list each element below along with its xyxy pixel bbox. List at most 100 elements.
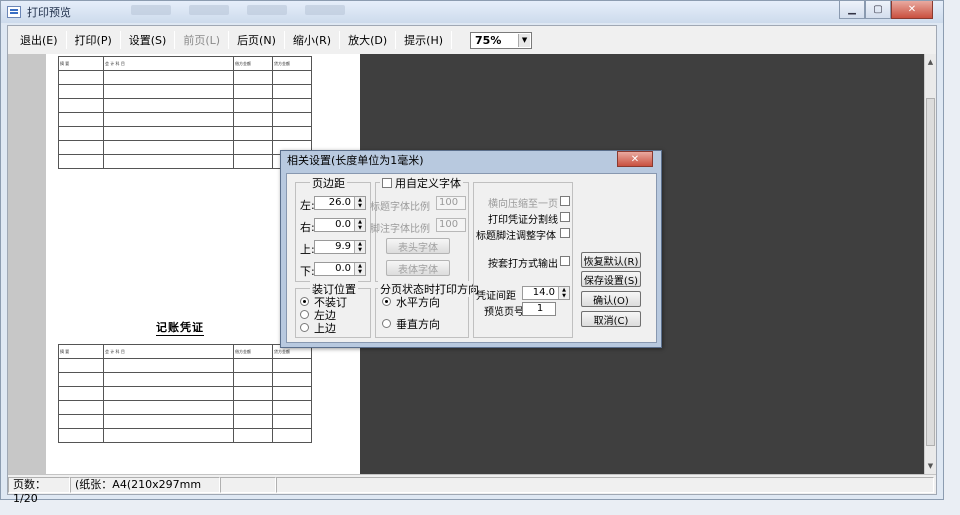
- spinner-arrows-icon[interactable]: ▲ ▼: [354, 241, 365, 253]
- adjust-font-checkbox[interactable]: [560, 228, 570, 238]
- direction-horizontal-label: 水平方向: [396, 296, 440, 309]
- preview-page-input[interactable]: 1: [522, 302, 556, 316]
- bottom-margin-spinner[interactable]: 0.0 ▲ ▼: [314, 262, 366, 276]
- toolbar-separator: [395, 31, 397, 49]
- toolbar: 退出(E) 打印(P) 设置(S) 前页(L) 后页(N) 缩小(R) 放大(D…: [8, 26, 936, 54]
- title-ratio-label: 标题字体比例: [370, 202, 430, 213]
- toolbar-separator: [174, 31, 176, 49]
- page-count: 页数：1/20: [8, 476, 70, 505]
- app-icon: [7, 6, 21, 18]
- cancel-button[interactable]: 取消(C): [581, 311, 641, 327]
- binding-none-radio[interactable]: [300, 297, 309, 306]
- right-margin-spinner[interactable]: 0.0 ▲ ▼: [314, 218, 366, 232]
- vertical-scrollbar[interactable]: ▲ ▼: [924, 54, 936, 474]
- compress-label: 横向压缩至一页: [488, 199, 558, 210]
- foot-ratio-label: 脚注字体比例: [370, 224, 430, 235]
- right-margin-value: 0.0: [335, 219, 351, 230]
- toolbar-separator: [119, 31, 121, 49]
- bottom-margin-label: 下:: [300, 265, 315, 278]
- status-cell: [220, 476, 276, 493]
- header-font-button[interactable]: 表头字体: [386, 238, 450, 254]
- body-font-button[interactable]: 表体字体: [386, 260, 450, 276]
- ok-button[interactable]: 确认(O): [581, 291, 641, 307]
- minimize-button[interactable]: ▁: [839, 1, 865, 19]
- spacing-label: 凭证间距: [476, 291, 516, 302]
- adjust-font-label: 标题脚注调整字体: [476, 231, 556, 242]
- foot-ratio-input[interactable]: 100: [436, 218, 466, 232]
- dropdown-arrow-icon: ▼: [518, 33, 531, 47]
- margins-label: 页边距: [310, 175, 347, 191]
- title-ratio-input[interactable]: 100: [436, 196, 466, 210]
- toolbar-separator: [283, 31, 285, 49]
- margins-group: 页边距 左: 26.0 ▲ ▼ 右: 0.0 ▲ ▼ 上: 9.9 ▲ ▼ 下: 0.0 ▲ ▼: [295, 175, 371, 282]
- background-ghost-text: [189, 5, 229, 15]
- dialog-close-button[interactable]: ✕: [617, 151, 653, 167]
- custom-font-group: 用自定义字体 标题字体比例 100 脚注字体比例 100 表头字体 表体字体: [370, 175, 469, 282]
- zoom-in-button[interactable]: 放大(D): [342, 29, 393, 51]
- left-margin-value: 26.0: [328, 197, 351, 208]
- left-margin-spinner[interactable]: 26.0 ▲ ▼: [314, 196, 366, 210]
- settings-dialog: 相关设置(长度单位为1毫米) ✕ 页边距 左: 26.0 ▲ ▼ 右: 0.0 ▲ ▼ …: [280, 150, 662, 348]
- settings-button[interactable]: 设置(S): [123, 29, 173, 51]
- next-page-button[interactable]: 后页(N): [231, 29, 282, 51]
- toolbar-separator: [451, 31, 453, 49]
- options-group: 横向压缩至一页 打印凭证分割线 标题脚注调整字体 按套打方式输出 凭证间距 14…: [473, 182, 573, 338]
- top-margin-label: 上:: [300, 243, 315, 256]
- scroll-thumb[interactable]: [926, 98, 935, 446]
- binding-top-radio[interactable]: [300, 323, 309, 332]
- spinner-arrows-icon[interactable]: ▲ ▼: [354, 197, 365, 209]
- maximize-button[interactable]: ▢: [865, 1, 891, 19]
- background-ghost-text: [247, 5, 287, 15]
- background-ghost-text: [131, 5, 171, 15]
- close-button[interactable]: ✕: [891, 1, 933, 19]
- left-margin-label: 左:: [300, 199, 315, 212]
- spinner-arrows-icon[interactable]: ▲ ▼: [558, 287, 569, 299]
- binding-left-radio[interactable]: [300, 310, 309, 319]
- toolbar-separator: [228, 31, 230, 49]
- scroll-down-icon[interactable]: ▼: [925, 460, 936, 472]
- overlay-label: 按套打方式输出: [488, 259, 558, 270]
- dialog-body: 页边距 左: 26.0 ▲ ▼ 右: 0.0 ▲ ▼ 上: 9.9 ▲ ▼ 下: 0.0 ▲ ▼…: [286, 173, 657, 343]
- custom-font-label: 用自定义字体: [395, 177, 461, 190]
- status-cell: [276, 476, 934, 493]
- dialog-title: 相关设置(长度单位为1毫米): [287, 154, 424, 167]
- restore-defaults-button[interactable]: 恢复默认(R): [581, 252, 641, 268]
- zoom-value: 75%: [475, 33, 502, 47]
- custom-font-checkbox[interactable]: [382, 178, 392, 188]
- top-margin-value: 9.9: [335, 241, 351, 252]
- spinner-arrows-icon[interactable]: ▲ ▼: [354, 263, 365, 275]
- direction-group: 分页状态时打印方向 水平方向 垂直方向: [375, 281, 481, 338]
- spacing-spinner[interactable]: 14.0 ▲ ▼: [522, 286, 570, 300]
- split-line-checkbox[interactable]: [560, 212, 570, 222]
- exit-button[interactable]: 退出(E): [14, 29, 64, 51]
- zoom-out-button[interactable]: 缩小(R): [287, 29, 337, 51]
- paper-size: (纸张：A4(210x297mm: [70, 476, 220, 493]
- hint-button[interactable]: 提示(H): [398, 29, 449, 51]
- zoom-select[interactable]: 75% ▼: [470, 31, 533, 49]
- top-margin-spinner[interactable]: 9.9 ▲ ▼: [314, 240, 366, 254]
- print-button[interactable]: 打印(P): [69, 29, 118, 51]
- header-summary: 摘 要: [58, 56, 104, 71]
- split-line-label: 打印凭证分割线: [488, 215, 558, 226]
- binding-group: 装订位置 不装订 左边 上边: [295, 281, 371, 338]
- scroll-up-icon[interactable]: ▲: [925, 56, 936, 68]
- spinner-arrows-icon[interactable]: ▲ ▼: [354, 219, 365, 231]
- spacing-value: 14.0: [532, 287, 555, 298]
- direction-vertical-radio[interactable]: [382, 319, 391, 328]
- status-bar: 页数：1/20 (纸张：A4(210x297mm: [8, 474, 936, 505]
- compress-checkbox[interactable]: [560, 196, 570, 206]
- overlay-checkbox[interactable]: [560, 256, 570, 266]
- voucher-table-top: 摘 要 会 计 科 目 借方金额 贷方金额: [58, 56, 312, 169]
- custom-font-legend: 用自定义字体: [380, 175, 463, 191]
- direction-horizontal-radio[interactable]: [382, 297, 391, 306]
- header-summary: 摘 要: [58, 344, 104, 359]
- prev-page-button[interactable]: 前页(L): [177, 29, 226, 51]
- header-credit: 贷方金额: [272, 56, 312, 71]
- binding-top-label: 上边: [314, 322, 336, 335]
- header-debit: 借方金额: [233, 56, 273, 71]
- page-margin-strip: [8, 54, 46, 474]
- toolbar-separator: [65, 31, 67, 49]
- save-settings-button[interactable]: 保存设置(S): [581, 271, 641, 287]
- toolbar-separator: [339, 31, 341, 49]
- preview-page-label: 预览页号: [484, 307, 524, 318]
